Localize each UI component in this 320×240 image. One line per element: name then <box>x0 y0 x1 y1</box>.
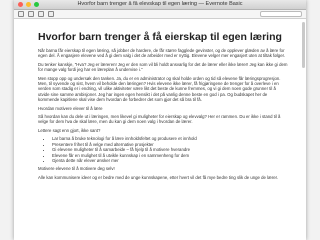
note-heading: Hvorfor barn trenger å få eierskap til e… <box>38 31 282 43</box>
info-icon[interactable] <box>38 11 44 17</box>
list-item: Gjenta dette når elever ønsker mer <box>52 158 288 163</box>
search-input[interactable] <box>260 11 302 17</box>
paragraph: Motivere elevene til å motivere deg selv… <box>38 166 115 172</box>
note-content[interactable]: Hvorfor barn trenger å få eierskap til e… <box>14 19 306 240</box>
format-icon[interactable] <box>48 11 54 17</box>
tag-icon[interactable] <box>28 11 34 17</box>
paragraph: Så hvordan kan du dele ut i læringen, me… <box>38 114 281 125</box>
paragraph: Når barna får eierskap til egen læring, … <box>38 48 285 59</box>
scrollbar[interactable] <box>302 22 305 68</box>
notebook-icon[interactable] <box>18 11 24 17</box>
paragraph: Lettere sagt enn gjort, ikke sant? <box>38 127 101 133</box>
bullet-list: Lar barna å bruke teknologi for å lære i… <box>38 136 288 163</box>
title-bar: Hvorfor barn trenger å få elevskap til e… <box>14 0 306 10</box>
toolbar <box>14 10 306 19</box>
window-title: Hvorfor barn trenger å få elevskap til e… <box>77 1 243 7</box>
paragraph: Alle kan kommunisere ideer og er bedre m… <box>38 174 279 180</box>
subheading: Hvordan motivere elever til å lære <box>38 105 103 111</box>
paragraph: Du tenker kanskje, "Hva? Jeg er læreren!… <box>38 61 288 73</box>
paragraph: Men stopp opp og undersøk den tanken. Ja… <box>38 75 281 103</box>
evernote-window: Hvorfor barn trenger å få elevskap til e… <box>14 0 306 240</box>
